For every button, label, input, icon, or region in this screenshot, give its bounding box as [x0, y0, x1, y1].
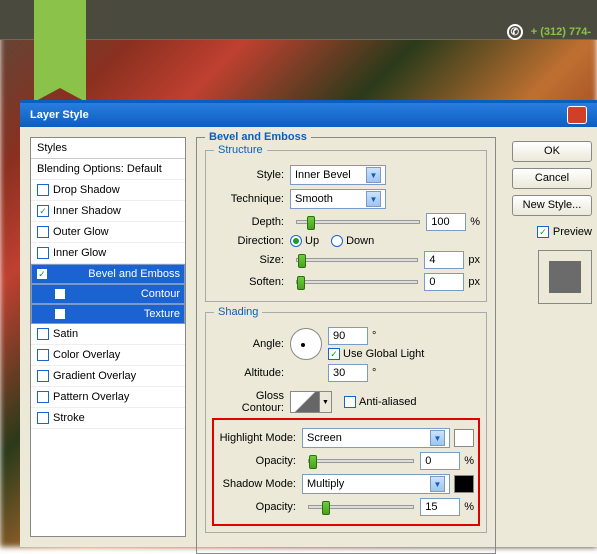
style-label: Inner Glow: [53, 247, 106, 259]
shadow-mode-select[interactable]: Multiply▼: [302, 474, 450, 494]
highlight-opacity-input[interactable]: 0: [420, 452, 460, 470]
layer-style-dialog: Layer Style Styles Blending Options: Def…: [20, 100, 597, 547]
preview-thumbnail: [538, 250, 592, 304]
dialog-titlebar[interactable]: Layer Style: [20, 103, 597, 127]
preview-checkbox[interactable]: ✓: [537, 226, 549, 238]
style-label: Contour: [141, 288, 180, 300]
styles-list: Styles Blending Options: Default Drop Sh…: [30, 137, 186, 537]
phone-icon: ✆: [507, 24, 523, 40]
styles-item-inner-shadow[interactable]: ✓ Inner Shadow: [31, 201, 185, 222]
phone-header: ✆ + (312) 774-: [507, 24, 591, 40]
angle-dial[interactable]: [290, 328, 322, 360]
dialog-title: Layer Style: [30, 109, 89, 121]
styles-item-texture[interactable]: Texture: [31, 304, 185, 324]
style-checkbox[interactable]: ✓: [37, 205, 49, 217]
bevel-emboss-panel: Bevel and Emboss Structure Style: Inner …: [196, 137, 496, 554]
shading-group: Shading Angle: 90° ✓Use Global Light Alt…: [205, 312, 487, 533]
styles-item-satin[interactable]: Satin: [31, 324, 185, 345]
depth-slider[interactable]: [296, 220, 420, 224]
style-checkbox[interactable]: [54, 308, 66, 320]
direction-down-radio[interactable]: [331, 235, 343, 247]
bevel-title: Bevel and Emboss: [205, 131, 311, 143]
gloss-contour-picker[interactable]: [290, 391, 320, 413]
altitude-input[interactable]: 30: [328, 364, 368, 382]
structure-group: Structure Style: Inner Bevel▼ Technique:…: [205, 150, 487, 302]
size-slider[interactable]: [296, 258, 418, 262]
ribbon-bookmark: [34, 0, 86, 88]
anti-aliased-checkbox[interactable]: [344, 396, 356, 408]
style-checkbox[interactable]: [37, 247, 49, 259]
highlight-red-box: Highlight Mode: Screen▼ Opacity: 0% Shad…: [212, 418, 480, 526]
style-label: Outer Glow: [53, 226, 109, 238]
styles-item-pattern-overlay[interactable]: Pattern Overlay: [31, 387, 185, 408]
chevron-down-icon: ▼: [366, 167, 381, 183]
global-light-checkbox[interactable]: ✓: [328, 348, 340, 360]
style-checkbox[interactable]: [37, 349, 49, 361]
style-checkbox[interactable]: [54, 288, 66, 300]
styles-item-gradient-overlay[interactable]: Gradient Overlay: [31, 366, 185, 387]
depth-input[interactable]: 100: [426, 213, 466, 231]
size-input[interactable]: 4: [424, 251, 464, 269]
style-label: Color Overlay: [53, 349, 120, 361]
styles-item-contour[interactable]: Contour: [31, 284, 185, 304]
styles-item-outer-glow[interactable]: Outer Glow: [31, 222, 185, 243]
style-checkbox[interactable]: [37, 328, 49, 340]
shadow-color-swatch[interactable]: [454, 475, 474, 493]
style-label: Texture: [144, 308, 180, 320]
style-label: Bevel and Emboss: [88, 268, 180, 280]
technique-select[interactable]: Smooth▼: [290, 189, 386, 209]
style-label: Drop Shadow: [53, 184, 120, 196]
blending-options[interactable]: Blending Options: Default: [31, 159, 185, 180]
shadow-opacity-input[interactable]: 15: [420, 498, 460, 516]
styles-item-bevel-and-emboss[interactable]: ✓ Bevel and Emboss: [31, 264, 185, 284]
chevron-down-icon: ▼: [430, 430, 445, 446]
style-label: Pattern Overlay: [53, 391, 129, 403]
chevron-down-icon: ▼: [430, 476, 445, 492]
style-checkbox[interactable]: ✓: [36, 268, 48, 280]
highlight-mode-select[interactable]: Screen▼: [302, 428, 450, 448]
direction-up-radio[interactable]: [290, 235, 302, 247]
styles-item-stroke[interactable]: Stroke: [31, 408, 185, 429]
style-label: Satin: [53, 328, 78, 340]
style-select[interactable]: Inner Bevel▼: [290, 165, 386, 185]
style-label: Inner Shadow: [53, 205, 121, 217]
style-checkbox[interactable]: [37, 226, 49, 238]
styles-item-inner-glow[interactable]: Inner Glow: [31, 243, 185, 264]
angle-input[interactable]: 90: [328, 327, 368, 345]
soften-slider[interactable]: [296, 280, 418, 284]
close-icon[interactable]: [567, 106, 587, 124]
style-checkbox[interactable]: [37, 184, 49, 196]
styles-item-color-overlay[interactable]: Color Overlay: [31, 345, 185, 366]
style-checkbox[interactable]: [37, 370, 49, 382]
chevron-down-icon: ▼: [366, 191, 381, 207]
shadow-opacity-slider[interactable]: [308, 505, 414, 509]
new-style-button[interactable]: New Style...: [512, 195, 592, 216]
highlight-color-swatch[interactable]: [454, 429, 474, 447]
soften-input[interactable]: 0: [424, 273, 464, 291]
ok-button[interactable]: OK: [512, 141, 592, 162]
style-label: Stroke: [53, 412, 85, 424]
style-checkbox[interactable]: [37, 391, 49, 403]
chevron-down-icon[interactable]: ▼: [320, 391, 332, 413]
cancel-button[interactable]: Cancel: [512, 168, 592, 189]
styles-item-drop-shadow[interactable]: Drop Shadow: [31, 180, 185, 201]
styles-header[interactable]: Styles: [31, 138, 185, 159]
style-checkbox[interactable]: [37, 412, 49, 424]
phone-number: + (312) 774-: [531, 26, 591, 38]
highlight-opacity-slider[interactable]: [308, 459, 414, 463]
style-label: Gradient Overlay: [53, 370, 136, 382]
